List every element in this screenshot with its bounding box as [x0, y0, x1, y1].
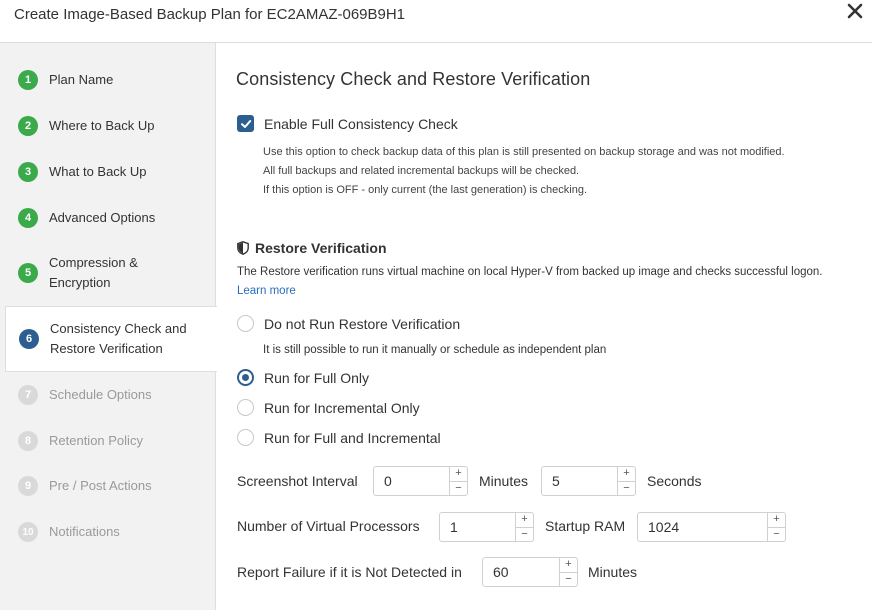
step-number-badge: 1: [18, 70, 38, 90]
step-consistency-check[interactable]: 6 Consistency Check and Restore Verifica…: [5, 306, 217, 372]
startup-ram-stepper[interactable]: + −: [637, 512, 786, 542]
virtual-processors-label: Number of Virtual Processors: [237, 518, 420, 534]
restore-verification-title: Restore Verification: [255, 240, 387, 256]
step-label: What to Back Up: [49, 164, 147, 179]
radio-option-incremental-only[interactable]: Run for Incremental Only: [237, 399, 420, 416]
increment-button[interactable]: +: [450, 467, 467, 481]
step-number-badge: 9: [18, 476, 38, 496]
step-number-badge: 2: [18, 116, 38, 136]
radio-button[interactable]: [237, 399, 254, 416]
restore-verification-description: The Restore verification runs virtual ma…: [237, 266, 823, 278]
wizard-steps-sidebar: 1 Plan Name 2 Where to Back Up 3 What to…: [0, 43, 217, 610]
step-label: Compression & Encryption: [49, 255, 138, 290]
step-label: Consistency Check and Restore Verificati…: [50, 321, 187, 356]
report-failure-stepper[interactable]: + −: [482, 557, 578, 587]
dialog-header: Create Image-Based Backup Plan for EC2AM…: [0, 0, 872, 43]
startup-ram-input[interactable]: [638, 513, 767, 541]
step-label: Notifications: [49, 524, 120, 539]
screenshot-minutes-stepper[interactable]: + −: [373, 466, 468, 496]
virtual-processors-input[interactable]: [440, 513, 515, 541]
radio-label: Do not Run Restore Verification: [264, 315, 461, 332]
step-label: Where to Back Up: [49, 118, 155, 133]
decrement-button[interactable]: −: [450, 480, 467, 496]
main-panel: Consistency Check and Restore Verificati…: [217, 43, 872, 610]
screenshot-interval-label: Screenshot Interval: [237, 473, 358, 489]
screenshot-seconds-stepper[interactable]: + −: [541, 466, 636, 496]
consistency-check-row: Enable Full Consistency Check: [237, 115, 458, 132]
learn-more-link[interactable]: Learn more: [237, 285, 296, 297]
virtual-processors-stepper[interactable]: + −: [439, 512, 534, 542]
step-retention-policy[interactable]: 8 Retention Policy: [0, 430, 216, 452]
step-number-badge: 3: [18, 162, 38, 182]
step-schedule-options[interactable]: 7 Schedule Options: [0, 384, 216, 406]
page-title: Consistency Check and Restore Verificati…: [236, 69, 591, 89]
close-icon[interactable]: [846, 2, 864, 20]
increment-button[interactable]: +: [768, 513, 785, 527]
step-label: Schedule Options: [49, 387, 152, 402]
checkmark-icon: [240, 119, 251, 128]
consistency-check-checkbox[interactable]: [237, 115, 254, 132]
note-line: All full backups and related incremental…: [263, 165, 580, 177]
step-compression-encryption[interactable]: 5 Compression & Encryption: [0, 252, 216, 294]
note-line: Use this option to check backup data of …: [263, 146, 785, 158]
step-label: Advanced Options: [49, 210, 156, 225]
radio-label: Run for Full Only: [264, 369, 370, 386]
dialog-title: Create Image-Based Backup Plan for EC2AM…: [14, 6, 406, 23]
consistency-notes: Use this option to check backup data of …: [263, 143, 863, 200]
startup-ram-label: Startup RAM: [545, 518, 626, 534]
increment-button[interactable]: +: [618, 467, 635, 481]
radio-button[interactable]: [237, 429, 254, 446]
radio-option-no-verification[interactable]: Do not Run Restore Verification: [237, 315, 460, 332]
step-advanced-options[interactable]: 4 Advanced Options: [0, 207, 216, 229]
step-label: Pre / Post Actions: [49, 478, 152, 493]
step-label: Retention Policy: [49, 433, 143, 448]
step-number-badge: 8: [18, 431, 38, 451]
increment-button[interactable]: +: [516, 513, 533, 527]
restore-verification-heading: Restore Verification: [237, 240, 387, 256]
decrement-button[interactable]: −: [768, 526, 785, 542]
step-number-badge: 10: [18, 522, 38, 542]
step-pre-post-actions[interactable]: 9 Pre / Post Actions: [0, 475, 216, 497]
step-where-to-back-up[interactable]: 2 Where to Back Up: [0, 115, 216, 137]
radio-option-full-and-incremental[interactable]: Run for Full and Incremental: [237, 429, 441, 446]
report-failure-input[interactable]: [483, 558, 559, 586]
radio-label: Run for Incremental Only: [264, 399, 420, 416]
step-plan-name[interactable]: 1 Plan Name: [0, 69, 216, 91]
seconds-unit-label: Seconds: [647, 473, 702, 489]
decrement-button[interactable]: −: [560, 571, 577, 587]
radio-button[interactable]: [237, 315, 254, 332]
report-failure-label: Report Failure if it is Not Detected in: [237, 564, 462, 580]
note-line: If this option is OFF - only current (th…: [263, 184, 588, 196]
minutes-unit-label: Minutes: [479, 473, 529, 489]
screenshot-seconds-input[interactable]: [542, 467, 617, 495]
consistency-check-label: Enable Full Consistency Check: [264, 115, 458, 132]
radio-option-hint: It is still possible to run it manually …: [263, 344, 607, 356]
step-number-badge: 6: [19, 329, 39, 349]
step-number-badge: 7: [18, 385, 38, 405]
increment-button[interactable]: +: [560, 558, 577, 572]
step-notifications[interactable]: 10 Notifications: [0, 521, 216, 543]
shield-icon: [237, 241, 249, 255]
radio-label: Run for Full and Incremental: [264, 429, 441, 446]
step-label: Plan Name: [49, 72, 114, 87]
step-what-to-back-up[interactable]: 3 What to Back Up: [0, 161, 216, 183]
decrement-button[interactable]: −: [516, 526, 533, 542]
screenshot-minutes-input[interactable]: [374, 467, 449, 495]
step-number-badge: 5: [18, 263, 38, 283]
radio-dot: [242, 374, 249, 381]
radio-button[interactable]: [237, 369, 254, 386]
decrement-button[interactable]: −: [618, 480, 635, 496]
report-failure-unit-label: Minutes: [588, 564, 638, 580]
radio-option-full-only[interactable]: Run for Full Only: [237, 369, 369, 386]
step-number-badge: 4: [18, 208, 38, 228]
